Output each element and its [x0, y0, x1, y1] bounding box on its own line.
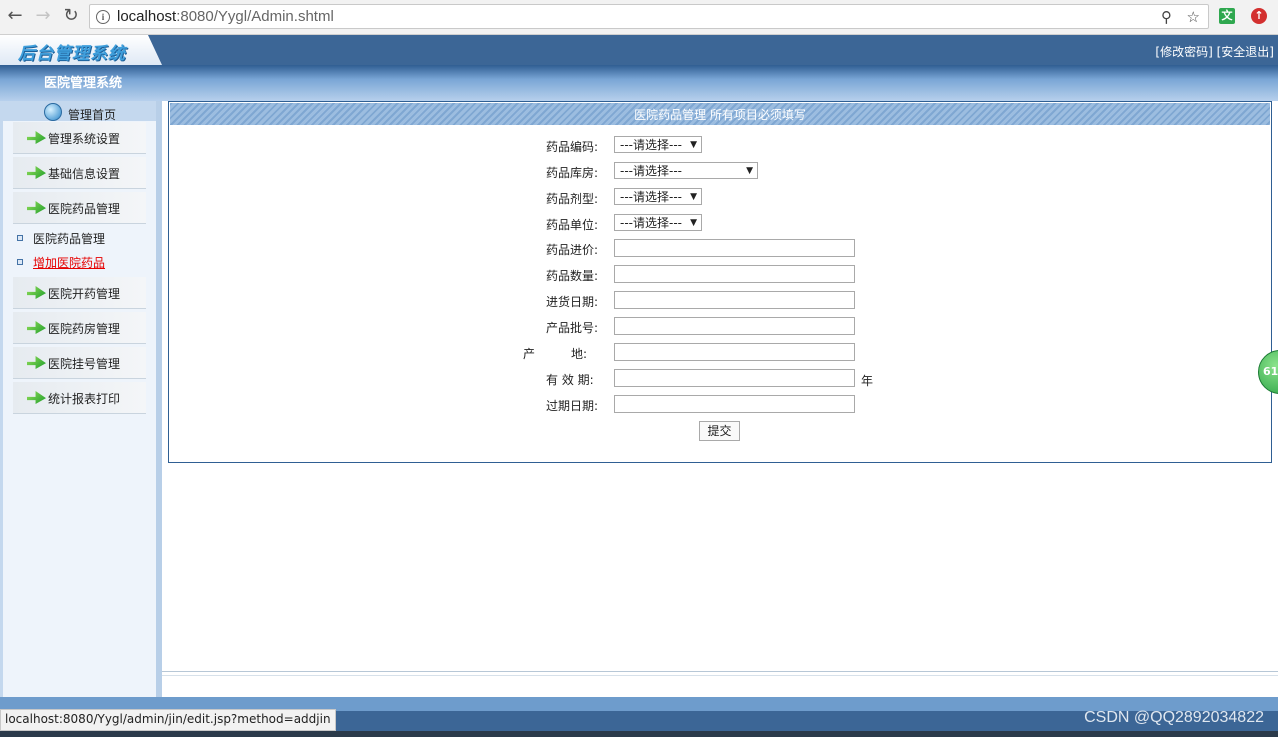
drug-store-select[interactable]: ---请选择--- ▼ — [614, 162, 758, 179]
content-bottom-divider — [162, 671, 1278, 676]
arrow-icon — [27, 201, 46, 214]
field-label: 过期日期: — [546, 399, 599, 413]
address-text[interactable]: localhost:8080/Yygl/Admin.shtml — [117, 8, 334, 25]
purchase-date-input[interactable] — [614, 291, 855, 309]
os-taskbar — [0, 731, 1278, 737]
globe-icon — [44, 103, 62, 121]
address-bar[interactable]: i localhost:8080/Yygl/Admin.shtml ⚲ ☆ — [89, 4, 1209, 29]
drug-dosage-select[interactable]: ---请选择--- ▼ — [614, 188, 702, 205]
field-label: 产品批号: — [546, 321, 599, 335]
form-row-quantity: 药品数量: — [169, 265, 1271, 285]
sidebar-item-system-settings[interactable]: 管理系统设置 — [13, 122, 146, 154]
form-row-purchase-date: 进货日期: — [169, 291, 1271, 311]
sidebar-item-prescription[interactable]: 医院开药管理 — [13, 277, 146, 309]
key-icon[interactable]: ⚲ — [1161, 8, 1172, 26]
form-row-price: 药品进价: — [169, 239, 1271, 259]
site-info-icon[interactable]: i — [96, 10, 110, 24]
dropdown-caret-icon: ▼ — [746, 166, 753, 176]
logo-tab: 后台管理系统 — [0, 35, 162, 65]
arrow-icon — [27, 166, 46, 179]
drug-code-select[interactable]: ---请选择--- ▼ — [614, 136, 702, 153]
form-row-batch: 产品批号: — [169, 317, 1271, 337]
drug-price-input[interactable] — [614, 239, 855, 257]
validity-unit: 年 — [861, 374, 874, 388]
forward-icon[interactable]: → — [33, 6, 53, 26]
sidebar-item-label: 医院药房管理 — [48, 322, 121, 336]
submit-button[interactable]: 提交 — [699, 421, 740, 441]
arrow-icon — [27, 286, 46, 299]
translate-extension-icon[interactable]: 文 — [1219, 8, 1235, 24]
sub-item-label: 医院药品管理 — [33, 232, 106, 246]
form-row-unit: 药品单位: ---请选择--- ▼ — [169, 214, 1271, 234]
arrow-icon — [27, 391, 46, 404]
app-header: 后台管理系统 [修改密码] [安全退出] — [0, 35, 1278, 65]
origin-input[interactable] — [614, 343, 855, 361]
logout-link[interactable]: [安全退出] — [1217, 45, 1274, 59]
arrow-icon — [27, 356, 46, 369]
sidebar-divider — [156, 101, 162, 697]
sidebar-item-label: 管理系统设置 — [48, 132, 121, 146]
sidebar-item-drug-management[interactable]: 医院药品管理 — [13, 192, 146, 224]
app-logo: 后台管理系统 — [18, 44, 126, 64]
form-row-dosage: 药品剂型: ---请选择--- ▼ — [169, 188, 1271, 208]
sidebar-item-basic-info[interactable]: 基础信息设置 — [13, 157, 146, 189]
status-bar-url: localhost:8080/Yygl/admin/jin/edit.jsp?m… — [0, 709, 336, 731]
sub-item-label: 增加医院药品 — [33, 256, 106, 270]
system-title: 医院管理系统 — [44, 76, 123, 91]
arrow-icon — [27, 131, 46, 144]
dropdown-caret-icon: ▼ — [690, 218, 697, 228]
field-label: 产 地: — [523, 347, 588, 361]
form-row-expiry: 过期日期: — [169, 395, 1271, 415]
bullet-icon — [17, 259, 23, 265]
sidebar-item-registration[interactable]: 医院挂号管理 — [13, 347, 146, 379]
change-password-link[interactable]: [修改密码] — [1155, 45, 1212, 59]
browser-toolbar: ← → ↻ i localhost:8080/Yygl/Admin.shtml … — [0, 0, 1278, 35]
sidebar-item-label: 医院药品管理 — [48, 202, 121, 216]
validity-input[interactable] — [614, 369, 855, 387]
header-links: [修改密码] [安全退出] — [1155, 43, 1274, 60]
sidebar-item-label: 医院开药管理 — [48, 287, 121, 301]
sidebar-item-label: 统计报表打印 — [48, 392, 121, 406]
sidebar: 管理首页 管理系统设置 基础信息设置 医院药品管理 医院药品管理 增加医院药品 … — [0, 101, 162, 697]
bookmark-star-icon[interactable]: ☆ — [1187, 8, 1200, 26]
bullet-icon — [17, 235, 23, 241]
sub-header: 医院管理系统 — [0, 65, 1278, 101]
batch-number-input[interactable] — [614, 317, 855, 335]
form-row-origin: 产 地: — [169, 343, 1271, 363]
extension-icon[interactable]: ↑ — [1251, 8, 1267, 24]
drug-quantity-input[interactable] — [614, 265, 855, 283]
watermark: CSDN @QQ2892034822 — [1084, 709, 1264, 726]
drug-unit-select[interactable]: ---请选择--- ▼ — [614, 214, 702, 231]
arrow-icon — [27, 321, 46, 334]
field-label: 药品库房: — [546, 166, 599, 180]
sidebar-item-reports[interactable]: 统计报表打印 — [13, 382, 146, 414]
form-row-submit: 提交 — [169, 421, 1271, 441]
sidebar-item-label: 医院挂号管理 — [48, 357, 121, 371]
field-label: 进货日期: — [546, 295, 599, 309]
form-row-code: 药品编码: ---请选择--- ▼ — [169, 136, 1271, 156]
field-label: 有 效 期: — [546, 373, 594, 387]
form-row-validity: 有 效 期: 年 — [169, 369, 1271, 389]
field-label: 药品数量: — [546, 269, 599, 283]
form-row-store: 药品库房: ---请选择--- ▼ — [169, 162, 1271, 182]
field-label: 药品剂型: — [546, 192, 599, 206]
back-icon[interactable]: ← — [5, 6, 25, 26]
sidebar-item-label: 基础信息设置 — [48, 167, 121, 181]
drug-form-panel: 医院药品管理 所有项目必须填写 药品编码: ---请选择--- ▼ 药品库房: -… — [168, 101, 1272, 463]
field-label: 药品单位: — [546, 218, 599, 232]
reload-icon[interactable]: ↻ — [61, 6, 81, 26]
form-title: 医院药品管理 所有项目必须填写 — [170, 103, 1270, 125]
field-label: 药品编码: — [546, 140, 599, 154]
sidebar-item-pharmacy[interactable]: 医院药房管理 — [13, 312, 146, 344]
expiry-date-input[interactable] — [614, 395, 855, 413]
field-label: 药品进价: — [546, 243, 599, 257]
dropdown-caret-icon: ▼ — [690, 140, 697, 150]
dropdown-caret-icon: ▼ — [690, 192, 697, 202]
